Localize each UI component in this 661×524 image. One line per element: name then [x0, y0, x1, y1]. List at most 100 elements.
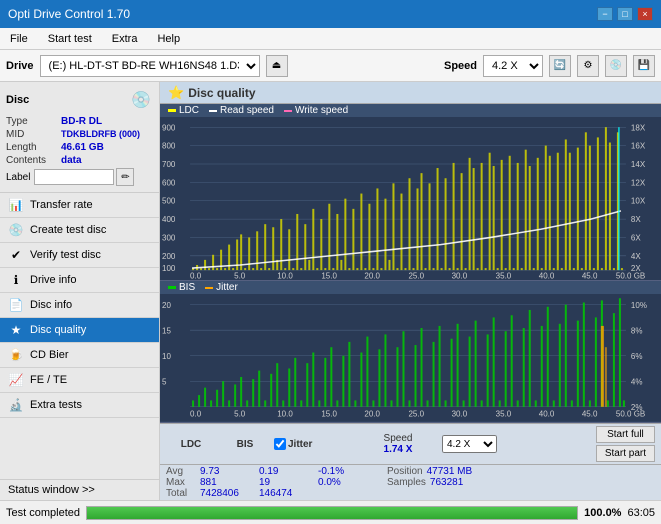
svg-text:18X: 18X	[631, 123, 646, 132]
svg-text:400: 400	[162, 215, 176, 224]
disc-type-row: Type BD-R DL	[6, 116, 153, 127]
minimize-button[interactable]: −	[597, 7, 613, 21]
sidebar-item-cd-bier[interactable]: 🍺 CD Bier	[0, 343, 159, 368]
svg-text:4X: 4X	[631, 252, 641, 261]
sidebar-item-label: Drive info	[30, 274, 76, 286]
disc-contents-label: Contents	[6, 155, 61, 166]
disc-label-row: Label ✏	[6, 168, 153, 186]
save-button[interactable]: 💾	[633, 55, 655, 77]
svg-text:14X: 14X	[631, 160, 646, 169]
svg-text:40.0: 40.0	[539, 409, 555, 418]
disc-contents-value: data	[61, 155, 82, 166]
right-buttons: Start full Start part	[596, 426, 655, 462]
menu-extra[interactable]: Extra	[106, 32, 144, 46]
speed-select[interactable]: 4.2 X	[483, 55, 543, 77]
bottom-chart-legend: BIS Jitter	[160, 281, 661, 294]
create-test-disc-icon: 💿	[8, 222, 24, 238]
svg-text:30.0: 30.0	[452, 271, 468, 280]
refresh-button[interactable]: 🔄	[549, 55, 571, 77]
menu-file[interactable]: File	[4, 32, 34, 46]
svg-text:900: 900	[162, 123, 176, 132]
svg-text:35.0: 35.0	[496, 409, 512, 418]
position-label: Position	[387, 466, 423, 477]
app-title: Opti Drive Control 1.70	[8, 7, 130, 21]
sidebar-item-disc-info[interactable]: 📄 Disc info	[0, 293, 159, 318]
disc-label-edit-button[interactable]: ✏	[116, 168, 134, 186]
fe-te-icon: 📈	[8, 372, 24, 388]
svg-text:600: 600	[162, 178, 176, 187]
sidebar-item-extra-tests[interactable]: 🔬 Extra tests	[0, 393, 159, 418]
svg-text:20: 20	[162, 301, 171, 310]
sidebar-item-drive-info[interactable]: ℹ Drive info	[0, 268, 159, 293]
settings-button[interactable]: ⚙	[577, 55, 599, 77]
svg-text:8X: 8X	[631, 215, 641, 224]
disc-icon: 💿	[129, 88, 153, 112]
sidebar-item-label: Create test disc	[30, 224, 106, 236]
sidebar-item-verify-test-disc[interactable]: ✔ Verify test disc	[0, 243, 159, 268]
sidebar-item-create-test-disc[interactable]: 💿 Create test disc	[0, 218, 159, 243]
progress-percentage: 100.0%	[584, 507, 621, 519]
bis-chart-section: 20 15 10 5 10% 8% 6% 4% 2% 0.0 5.0 10.0 …	[160, 294, 661, 423]
bis-chart-svg: 20 15 10 5 10% 8% 6% 4% 2% 0.0 5.0 10.0 …	[160, 294, 661, 422]
menu-start-test[interactable]: Start test	[42, 32, 98, 46]
bis-legend: BIS	[168, 282, 195, 293]
status-window-label: Status window >>	[8, 484, 95, 496]
sidebar-item-transfer-rate[interactable]: 📊 Transfer rate	[0, 193, 159, 218]
eject-button[interactable]: ⏏	[266, 55, 288, 77]
position-value: 47731 MB	[427, 466, 473, 477]
avg-bis-value: 0.19	[259, 466, 314, 477]
top-chart-legend: LDC Read speed Write speed	[160, 104, 661, 117]
jitter-legend: Jitter	[205, 282, 238, 293]
bis-legend-color	[168, 286, 176, 289]
disc-mid-value: TDKBLDRFB (000)	[61, 129, 140, 140]
max-jitter-value: 0.0%	[318, 477, 373, 488]
bis-col-header: BIS	[237, 439, 254, 450]
quality-speed-select[interactable]: 4.2 X	[442, 435, 497, 453]
avg-ldc-value: 9.73	[200, 466, 255, 477]
verify-test-disc-icon: ✔	[8, 247, 24, 263]
main-layout: Disc 💿 Type BD-R DL MID TDKBLDRFB (000) …	[0, 82, 661, 500]
svg-text:300: 300	[162, 233, 176, 242]
elapsed-time: 63:05	[627, 507, 655, 519]
speed-header: Speed	[384, 433, 413, 444]
disc-label-input[interactable]	[34, 169, 114, 185]
jitter-checkbox[interactable]	[274, 438, 286, 450]
disc-length-value: 46.61 GB	[61, 142, 104, 153]
title-bar: Opti Drive Control 1.70 − □ ×	[0, 0, 661, 28]
sidebar-item-label: Disc quality	[30, 324, 86, 336]
start-part-button[interactable]: Start part	[596, 445, 655, 462]
status-text: Test completed	[6, 507, 80, 519]
read-speed-legend: Read speed	[209, 105, 274, 116]
status-window-button[interactable]: Status window >>	[0, 479, 159, 500]
ldc-legend-label: LDC	[179, 105, 199, 116]
sidebar-item-fe-te[interactable]: 📈 FE / TE	[0, 368, 159, 393]
svg-text:15: 15	[162, 326, 171, 335]
svg-text:10.0: 10.0	[277, 271, 293, 280]
max-ldc-value: 881	[200, 477, 255, 488]
disc-type-value: BD-R DL	[61, 116, 102, 127]
disc-button[interactable]: 💿	[605, 55, 627, 77]
maximize-button[interactable]: □	[617, 7, 633, 21]
disc-label-text: Label	[6, 172, 30, 183]
content-area: ⭐ Disc quality LDC Read speed Write spee…	[160, 82, 661, 500]
drive-select[interactable]: (E:) HL-DT-ST BD-RE WH16NS48 1.D3	[40, 55, 260, 77]
write-speed-legend-label: Write speed	[295, 105, 348, 116]
window-controls: − □ ×	[597, 7, 653, 21]
svg-text:5: 5	[162, 378, 167, 387]
svg-text:5.0: 5.0	[234, 409, 246, 418]
jitter-col-header: Jitter	[288, 439, 312, 450]
jitter-legend-color	[205, 287, 213, 289]
read-speed-legend-label: Read speed	[220, 105, 274, 116]
svg-text:8%: 8%	[631, 326, 643, 335]
close-button[interactable]: ×	[637, 7, 653, 21]
svg-text:50.0 GB: 50.0 GB	[616, 409, 646, 418]
read-speed-legend-color	[209, 110, 217, 112]
cd-bier-icon: 🍺	[8, 347, 24, 363]
menu-help[interactable]: Help	[151, 32, 186, 46]
ldc-col-header: LDC	[181, 439, 202, 450]
start-full-button[interactable]: Start full	[596, 426, 655, 443]
svg-text:10X: 10X	[631, 197, 646, 206]
samples-label: Samples	[387, 477, 426, 488]
write-speed-legend-color	[284, 110, 292, 112]
sidebar-item-disc-quality[interactable]: ★ Disc quality	[0, 318, 159, 343]
